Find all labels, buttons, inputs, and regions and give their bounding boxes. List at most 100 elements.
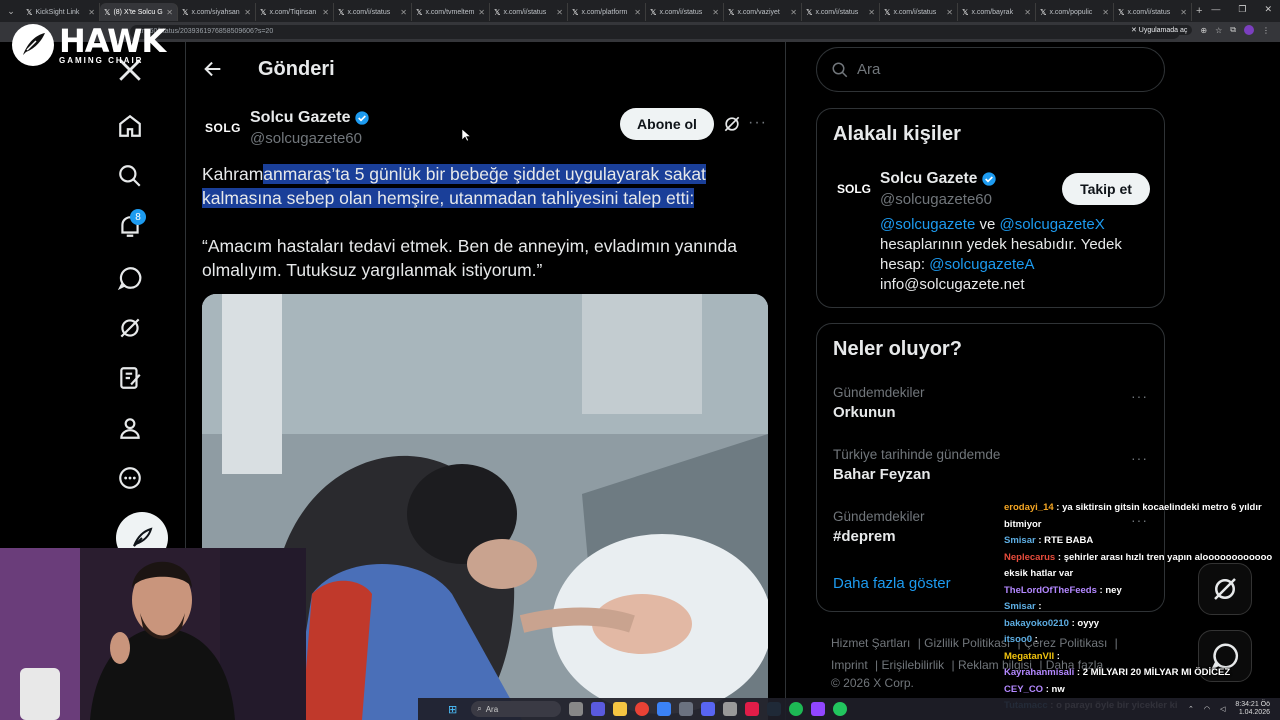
- close-tab-icon[interactable]: ✕: [400, 8, 407, 17]
- bio-link-solcugazetea[interactable]: @solcugazeteA: [929, 256, 1034, 273]
- close-tab-icon[interactable]: ✕: [868, 8, 875, 17]
- footer-link[interactable]: Imprint: [831, 658, 868, 672]
- browser-tab[interactable]: 𝕏x.com/populic ✕: [1036, 3, 1114, 21]
- close-tab-icon[interactable]: ✕: [1102, 8, 1109, 17]
- messages-icon[interactable]: [116, 264, 144, 292]
- close-tab-icon[interactable]: ✕: [88, 8, 95, 17]
- back-arrow-icon[interactable]: [202, 58, 224, 85]
- follow-button[interactable]: Takip et: [1062, 173, 1150, 205]
- browser-tab[interactable]: 𝕏x.com/tvmeltem ✕: [412, 3, 490, 21]
- chat-username[interactable]: MegatanVII: [1004, 651, 1054, 662]
- author-name[interactable]: Solcu Gazete: [250, 109, 370, 127]
- spotify-icon[interactable]: [789, 702, 804, 716]
- close-tab-icon[interactable]: ✕: [244, 8, 251, 17]
- more-options-icon[interactable]: [116, 464, 144, 492]
- home-icon[interactable]: [116, 112, 144, 140]
- app-icon[interactable]: [613, 702, 628, 716]
- browser-tab[interactable]: 𝕏x.com/i/status ✕: [802, 3, 880, 21]
- chat-username[interactable]: Kayrahanmisali: [1004, 667, 1074, 678]
- app-icon[interactable]: [591, 702, 606, 716]
- chat-username[interactable]: Neplecarus: [1004, 552, 1055, 563]
- close-tab-icon[interactable]: ✕: [322, 8, 329, 17]
- bio-link-solcugazete[interactable]: @solcugazete: [880, 216, 975, 233]
- trend-more-icon[interactable]: ···: [1131, 450, 1148, 466]
- close-tab-icon[interactable]: ✕: [556, 8, 563, 17]
- browser-tab[interactable]: 𝕏x.com/i/status ✕: [1114, 3, 1192, 21]
- taskview-icon[interactable]: [569, 702, 584, 716]
- discord-icon[interactable]: [701, 702, 716, 716]
- profile-avatar[interactable]: [1244, 25, 1254, 35]
- tray-chevron-icon[interactable]: ⌃: [1188, 705, 1194, 713]
- browser-tab[interactable]: 𝕏x.com/i/status ✕: [334, 3, 412, 21]
- close-tab-icon[interactable]: ✕: [478, 8, 485, 17]
- app-icon[interactable]: [745, 702, 760, 716]
- trend-more-icon[interactable]: ···: [1131, 388, 1148, 404]
- minimize-icon[interactable]: —: [1211, 4, 1220, 15]
- author-avatar-logo[interactable]: SOLG: [205, 121, 241, 135]
- trend-item[interactable]: Bahar Feyzan: [833, 466, 931, 483]
- chat-username[interactable]: Smisar: [1004, 601, 1036, 612]
- chat-username[interactable]: bakayoko0210: [1004, 618, 1069, 629]
- open-in-app-button[interactable]: ✕ Uygulamada aç: [1125, 25, 1193, 35]
- chrome-icon[interactable]: [635, 702, 650, 716]
- app-icon[interactable]: [767, 702, 782, 716]
- chat-username[interactable]: CEY_CO: [1004, 684, 1043, 695]
- explore-search-icon[interactable]: [116, 162, 144, 190]
- author-name-text[interactable]: Solcu Gazete: [250, 109, 350, 127]
- app-icon[interactable]: [811, 702, 826, 716]
- relevant-handle[interactable]: @solcugazete60: [880, 191, 992, 208]
- tab-search-icon[interactable]: ⌄: [0, 0, 22, 22]
- app-icon[interactable]: [833, 702, 848, 716]
- grok-explain-icon[interactable]: [722, 114, 742, 139]
- new-tab-button[interactable]: +: [1196, 5, 1202, 17]
- show-more-link[interactable]: Daha fazla göster: [833, 575, 951, 592]
- chat-username[interactable]: TheLordOfTheFeeds: [1004, 585, 1097, 596]
- subscribe-button[interactable]: Abone ol: [620, 108, 714, 140]
- bio-link-solcugazetex[interactable]: @solcugazeteX: [999, 216, 1104, 233]
- chat-username[interactable]: Smisar: [1004, 535, 1036, 546]
- browser-menu-icon[interactable]: ⋮: [1262, 26, 1270, 35]
- browser-tab[interactable]: 𝕏 KickSight Link ✕: [22, 3, 100, 21]
- taskbar-search[interactable]: ⌕ Ara: [471, 701, 562, 717]
- close-window-icon[interactable]: ✕: [1264, 4, 1272, 15]
- bookmark-star-icon[interactable]: ☆: [1215, 26, 1222, 35]
- wifi-icon[interactable]: ◠: [1204, 705, 1210, 713]
- relevant-avatar-logo[interactable]: SOLG: [837, 182, 871, 196]
- browser-tab[interactable]: 𝕏x.com/i/status ✕: [490, 3, 568, 21]
- chat-username[interactable]: itsoo0: [1004, 634, 1032, 645]
- search-input[interactable]: [857, 61, 1137, 78]
- app-icon[interactable]: [657, 702, 672, 716]
- zoom-icon[interactable]: ⊕: [1200, 26, 1207, 35]
- browser-tab[interactable]: 𝕏x.com/Tiqinsan ✕: [256, 3, 334, 21]
- close-tab-icon[interactable]: ✕: [634, 8, 641, 17]
- lists-icon[interactable]: [116, 364, 144, 392]
- close-tab-icon[interactable]: ✕: [712, 8, 719, 17]
- close-tab-icon[interactable]: ✕: [166, 8, 173, 17]
- relevant-name[interactable]: Solcu Gazete: [880, 170, 997, 188]
- browser-tab[interactable]: 𝕏x.com/siyahsan ✕: [178, 3, 256, 21]
- footer-link[interactable]: Gizlilik Politikası: [924, 636, 1010, 650]
- url-field[interactable]: ...ne60/status/2039361976858509606?s=20: [130, 25, 1180, 39]
- chat-username[interactable]: erodayi_14: [1004, 502, 1054, 513]
- maximize-icon[interactable]: ❐: [1238, 4, 1246, 15]
- relevant-name-text[interactable]: Solcu Gazete: [880, 170, 977, 188]
- app-icon[interactable]: [723, 702, 738, 716]
- grok-icon[interactable]: [116, 314, 144, 342]
- post-more-icon[interactable]: ···: [748, 114, 767, 132]
- extensions-icon[interactable]: ⧉: [1230, 25, 1236, 35]
- close-tab-icon[interactable]: ✕: [1024, 8, 1031, 17]
- browser-tab[interactable]: 𝕏x.com/platform ✕: [568, 3, 646, 21]
- trend-item[interactable]: Orkunun: [833, 404, 896, 421]
- footer-link[interactable]: Hizmet Şartları: [831, 636, 910, 650]
- volume-icon[interactable]: ◁: [1220, 705, 1225, 713]
- browser-tab[interactable]: 𝕏x.com/i/status ✕: [646, 3, 724, 21]
- profile-icon[interactable]: [116, 414, 144, 442]
- windows-start-icon[interactable]: ⊞: [448, 703, 457, 716]
- browser-tab[interactable]: 𝕏x.com/bayrak ✕: [958, 3, 1036, 21]
- close-tab-icon[interactable]: ✕: [946, 8, 953, 17]
- footer-link[interactable]: Erişilebilirlik: [881, 658, 944, 672]
- app-icon[interactable]: [679, 702, 694, 716]
- browser-tab[interactable]: 𝕏x.com/vaziyet ✕: [724, 3, 802, 21]
- close-tab-icon[interactable]: ✕: [790, 8, 797, 17]
- browser-tab[interactable]: 𝕏x.com/i/status ✕: [880, 3, 958, 21]
